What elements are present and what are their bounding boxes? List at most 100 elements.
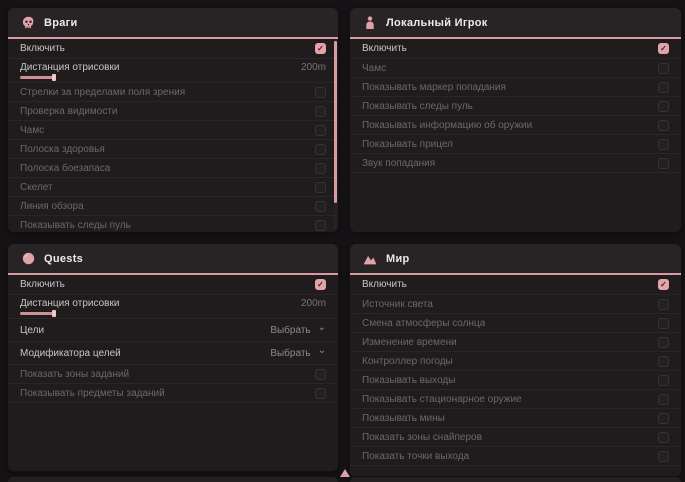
- settings-row[interactable]: Стрелки за пределами поля зрения: [8, 83, 338, 102]
- slider-handle[interactable]: [52, 310, 56, 317]
- panel-local-player: Локальный Игрок Включить✓ЧамсПоказывать …: [350, 8, 681, 232]
- checkbox[interactable]: [658, 101, 669, 112]
- row-label: Полоска здоровья: [20, 144, 105, 155]
- settings-row[interactable]: Модификатора целейВыбрать⌄: [8, 342, 338, 365]
- panel-enemies: Враги Включить ✓ Дистанция отрисовки200mСт…: [8, 8, 338, 232]
- settings-row[interactable]: Источник света: [350, 295, 681, 314]
- checkbox[interactable]: [658, 120, 669, 131]
- row-label: Включить: [362, 279, 407, 290]
- panel-title: Враги: [44, 17, 78, 29]
- checkbox[interactable]: [315, 106, 326, 117]
- settings-row[interactable]: Показать зоны снайперов: [350, 428, 681, 447]
- checkbox[interactable]: [658, 82, 669, 93]
- settings-row[interactable]: Показывать прицел: [350, 135, 681, 154]
- checkbox[interactable]: [315, 369, 326, 380]
- settings-row[interactable]: Показать точки выхода: [350, 447, 681, 466]
- select-dropdown[interactable]: Выбрать⌄: [270, 348, 326, 359]
- row-label: Изменение времени: [362, 337, 457, 348]
- panel-enemies-header: Враги: [8, 8, 338, 39]
- settings-row[interactable]: Скелет: [8, 178, 338, 197]
- checkbox[interactable]: [315, 144, 326, 155]
- settings-row[interactable]: Смена атмосферы солнца: [350, 314, 681, 333]
- select-dropdown[interactable]: Выбрать ⌄: [270, 325, 326, 336]
- settings-row[interactable]: Показывать стационарное оружие: [350, 390, 681, 409]
- checkbox[interactable]: [658, 158, 669, 169]
- row-label: Смена атмосферы солнца: [362, 318, 485, 329]
- settings-row[interactable]: Полоска боезапаса: [8, 159, 338, 178]
- settings-row[interactable]: Показать зоны заданий: [8, 365, 338, 384]
- row-label: Чамс: [20, 125, 44, 136]
- checkbox[interactable]: [315, 163, 326, 174]
- checkbox[interactable]: ✓: [315, 279, 326, 290]
- chevron-down-icon: ⌄: [318, 325, 326, 331]
- settings-row[interactable]: Включить ✓: [8, 275, 338, 295]
- row-label: Включить: [362, 43, 407, 54]
- settings-row[interactable]: Полоска здоровья: [8, 140, 338, 159]
- settings-row[interactable]: Показывать следы пуль: [8, 216, 338, 232]
- settings-row[interactable]: Чамс: [8, 121, 338, 140]
- slider[interactable]: [20, 76, 54, 79]
- checkbox[interactable]: [658, 432, 669, 443]
- slider[interactable]: [20, 312, 54, 315]
- settings-row[interactable]: Показывать информацию об оружии: [350, 116, 681, 135]
- settings-row[interactable]: Дистанция отрисовки200m: [8, 59, 338, 83]
- skull-icon: [21, 16, 35, 29]
- settings-row[interactable]: Дистанция отрисовки200m: [8, 295, 338, 319]
- panel-title: Мир: [386, 253, 410, 265]
- checkbox[interactable]: [315, 388, 326, 399]
- checkbox[interactable]: [315, 182, 326, 193]
- row-label: Проверка видимости: [20, 106, 118, 117]
- person-icon: [363, 16, 377, 29]
- checkbox[interactable]: [658, 337, 669, 348]
- settings-row[interactable]: Показывать мины: [350, 409, 681, 428]
- settings-row[interactable]: Показывать выходы: [350, 371, 681, 390]
- checkbox[interactable]: [658, 139, 669, 150]
- settings-row[interactable]: Звук попадания: [350, 154, 681, 173]
- row-label: Показать точки выхода: [362, 451, 469, 462]
- settings-row[interactable]: Контроллер погоды: [350, 352, 681, 371]
- settings-row[interactable]: Линия обзора: [8, 197, 338, 216]
- checkbox[interactable]: [315, 201, 326, 212]
- settings-row[interactable]: Включить ✓: [8, 39, 338, 59]
- row-label: Полоска боезапаса: [20, 163, 110, 174]
- checkbox[interactable]: [658, 63, 669, 74]
- settings-row[interactable]: Проверка видимости: [8, 102, 338, 121]
- settings-row[interactable]: Включить ✓: [350, 275, 681, 295]
- checkbox[interactable]: [658, 413, 669, 424]
- mountain-icon: [363, 253, 377, 265]
- settings-row[interactable]: Изменение времени: [350, 333, 681, 352]
- slider-value: 200m: [301, 62, 326, 73]
- row-label: Включить: [20, 43, 65, 54]
- settings-row[interactable]: Чамс: [350, 59, 681, 78]
- checkbox[interactable]: [658, 356, 669, 367]
- row-label: Показывать маркер попадания: [362, 82, 506, 93]
- checkbox[interactable]: [658, 375, 669, 386]
- row-label: Показывать мины: [362, 413, 445, 424]
- checkbox[interactable]: ✓: [315, 43, 326, 54]
- checkbox[interactable]: [658, 318, 669, 329]
- checkbox[interactable]: [315, 87, 326, 98]
- settings-row[interactable]: Показывать маркер попадания: [350, 78, 681, 97]
- row-label: Дистанция отрисовки: [20, 298, 119, 309]
- checkbox[interactable]: ✓: [658, 43, 669, 54]
- select-value: Выбрать: [270, 325, 310, 336]
- row-label: Звук попадания: [362, 158, 435, 169]
- settings-row[interactable]: ЦелиВыбрать⌄: [8, 319, 338, 342]
- settings-row[interactable]: Показывать предметы заданий: [8, 384, 338, 403]
- scrollbar-thumb[interactable]: [334, 41, 337, 203]
- slider-handle[interactable]: [52, 74, 56, 81]
- row-label: Включить: [20, 279, 65, 290]
- row-label: Показывать прицел: [362, 139, 453, 150]
- checkbox[interactable]: [315, 125, 326, 136]
- settings-row[interactable]: Включить ✓: [350, 39, 681, 59]
- checkbox[interactable]: [658, 299, 669, 310]
- checkbox[interactable]: ✓: [658, 279, 669, 290]
- row-label: Линия обзора: [20, 201, 84, 212]
- row-label: Контроллер погоды: [362, 356, 453, 367]
- settings-row[interactable]: Показывать следы пуль: [350, 97, 681, 116]
- checkbox[interactable]: [658, 394, 669, 405]
- row-label: Показывать информацию об оружии: [362, 120, 532, 131]
- checkbox[interactable]: [658, 451, 669, 462]
- panel-quests: Quests Включить✓Дистанция отрисовки200mЦ…: [8, 244, 338, 471]
- checkbox[interactable]: [315, 220, 326, 231]
